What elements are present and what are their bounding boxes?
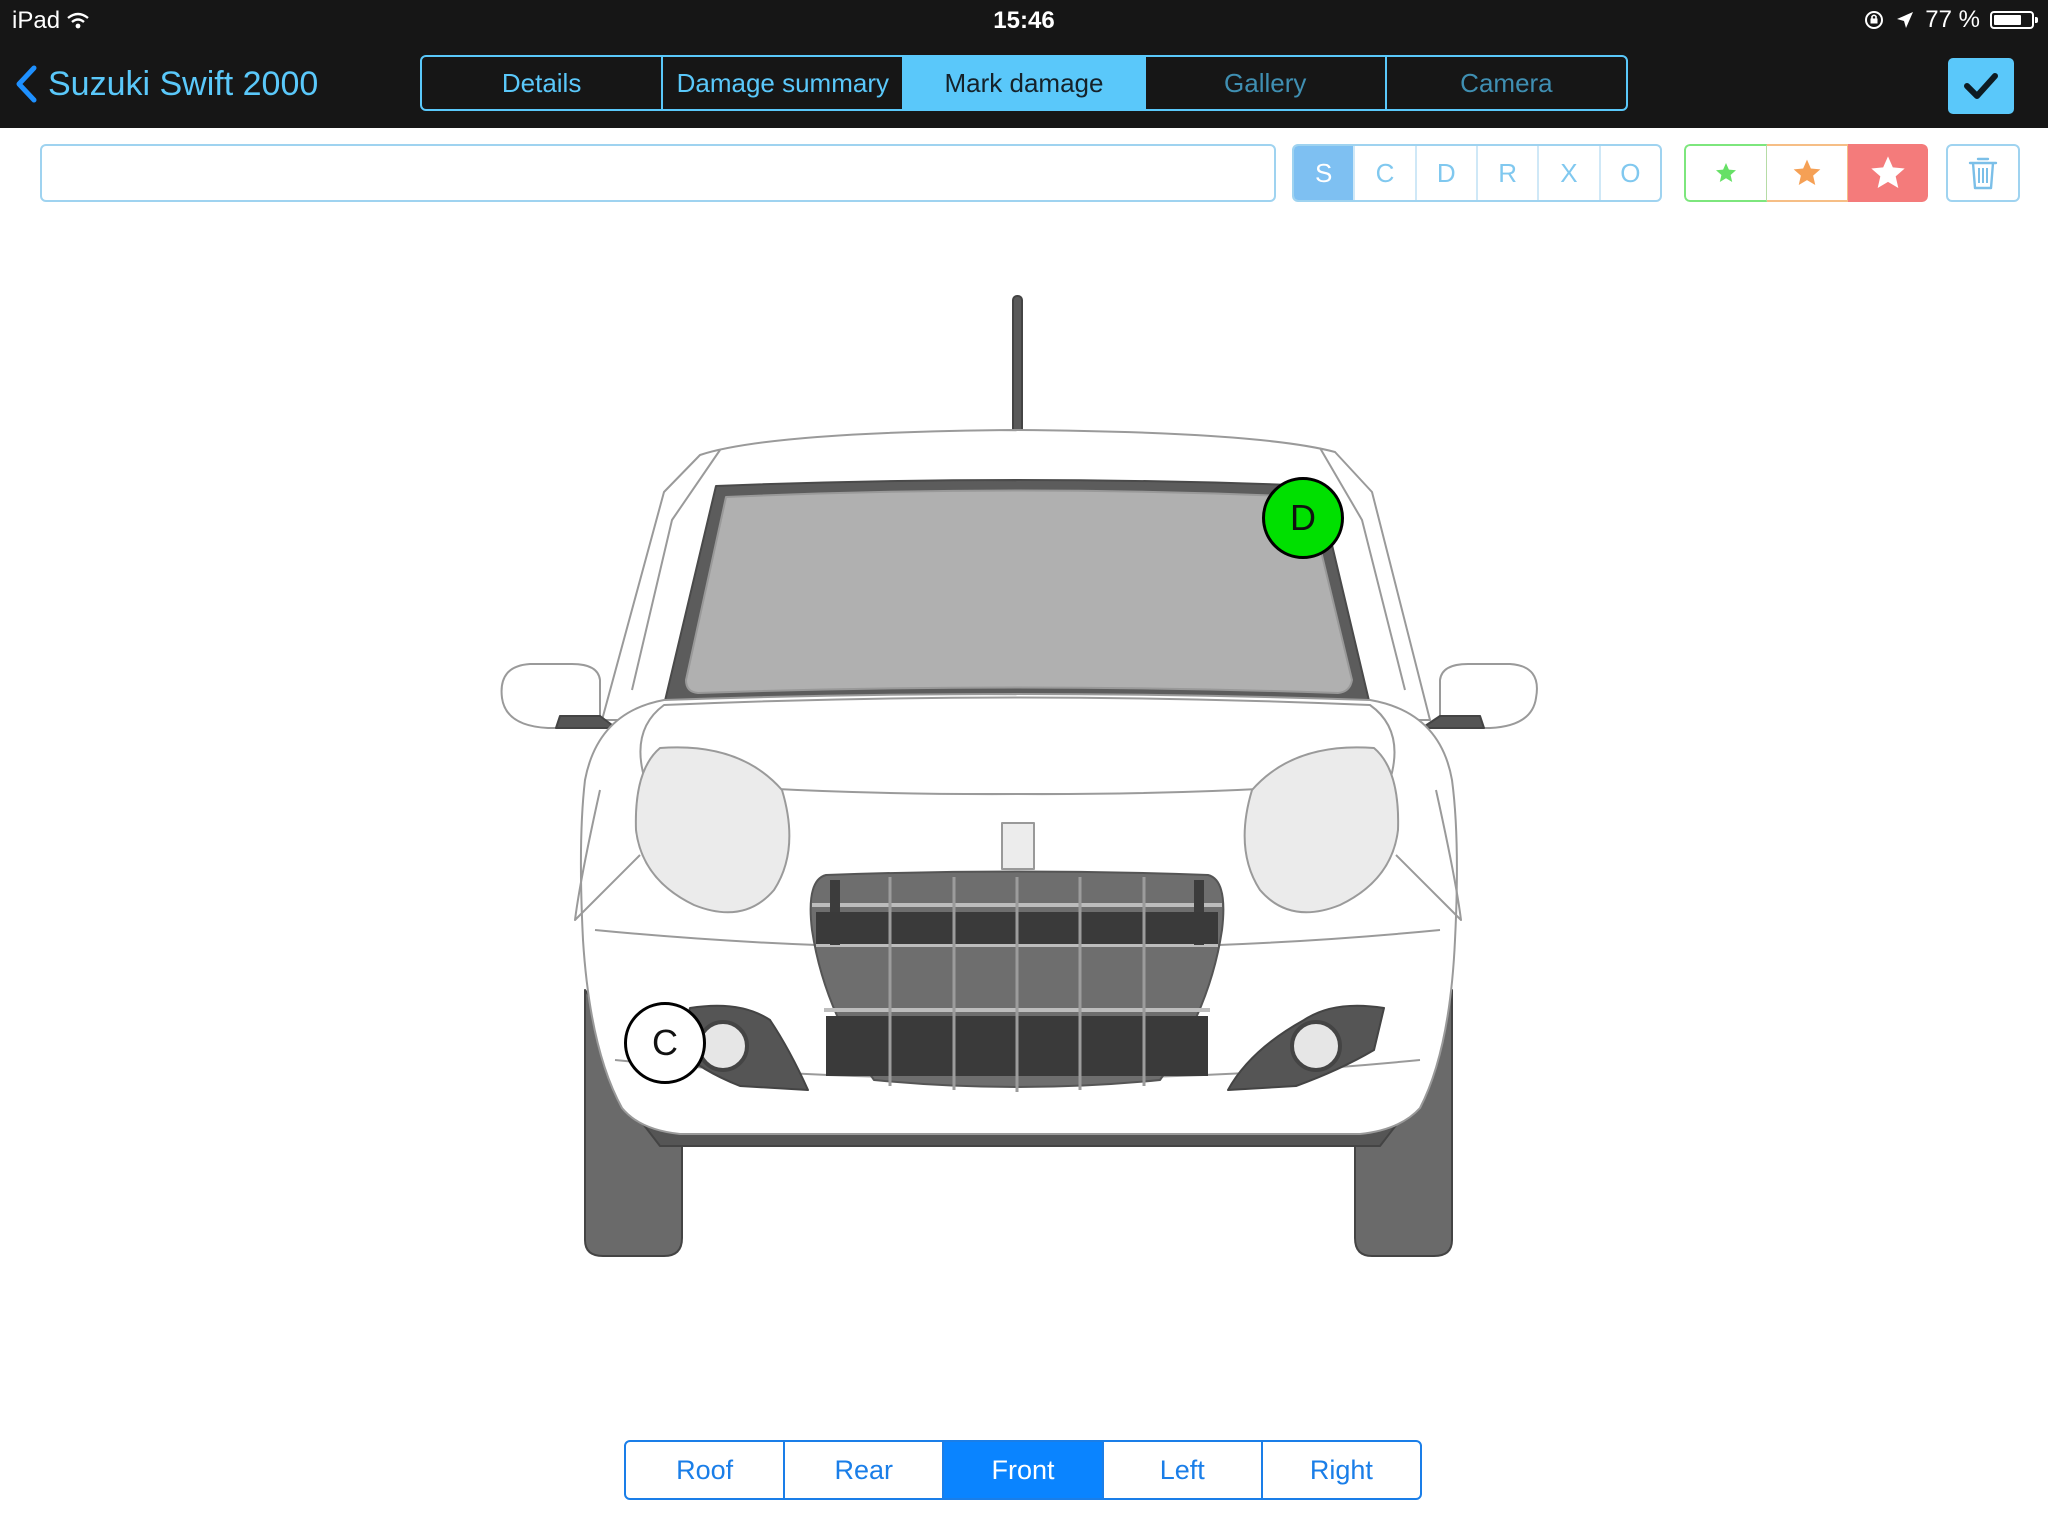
left-fog-lamp (697, 1020, 749, 1072)
emblem (1001, 822, 1035, 870)
car-front-diagram[interactable] (0, 0, 2048, 1400)
right-fog-lamp (1290, 1020, 1342, 1072)
view-left[interactable]: Left (1104, 1442, 1263, 1498)
damage-marker-d[interactable]: D (1262, 477, 1344, 559)
view-rear[interactable]: Rear (785, 1442, 945, 1498)
view-front[interactable]: Front (944, 1442, 1104, 1498)
view-right[interactable]: Right (1263, 1442, 1420, 1498)
damage-marker-d-label: D (1290, 497, 1316, 538)
view-roof[interactable]: Roof (626, 1442, 786, 1498)
damage-marker-c[interactable]: C (624, 1002, 706, 1084)
car-view-selector: Roof Rear Front Left Right (624, 1440, 1422, 1500)
damage-marker-c-label: C (652, 1022, 678, 1063)
antenna (1012, 295, 1023, 447)
